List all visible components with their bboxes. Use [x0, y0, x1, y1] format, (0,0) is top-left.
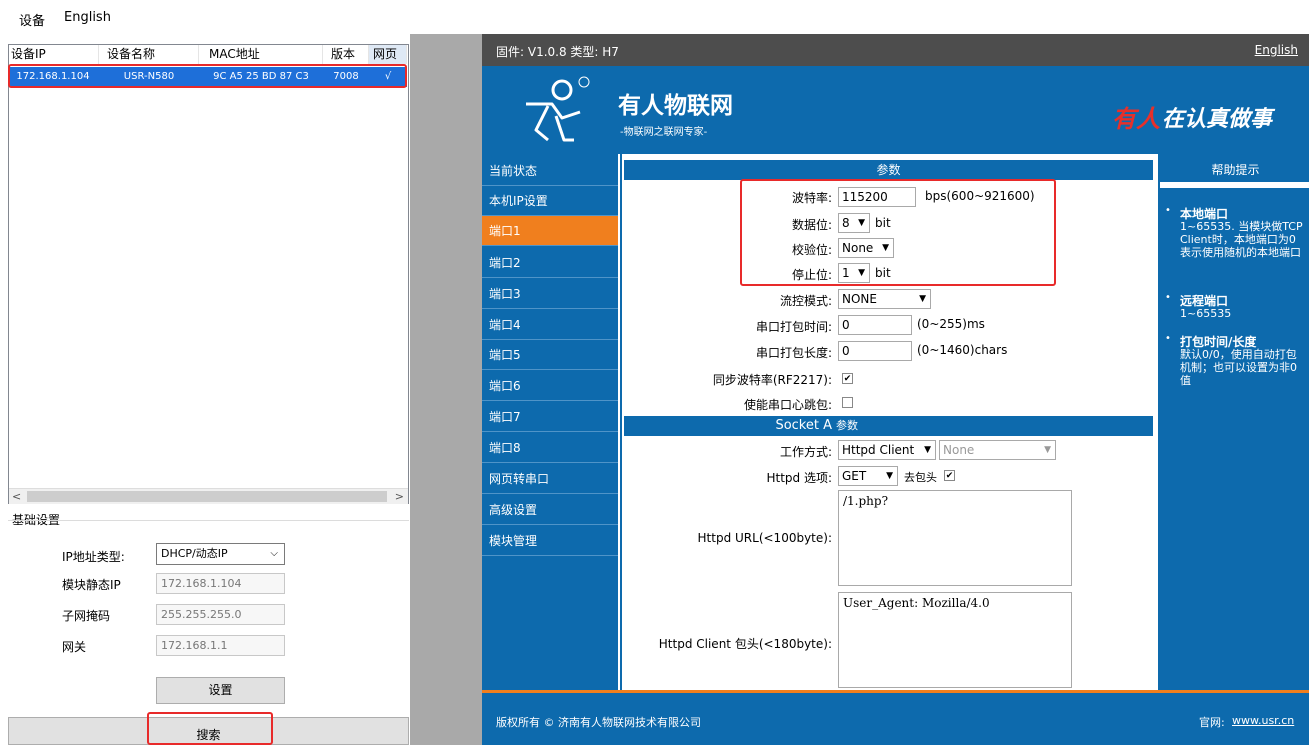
flow-value: NONE — [842, 292, 877, 306]
set-button[interactable]: 设置 — [156, 677, 285, 704]
side-nav: 当前状态 本机IP设置 端口1 端口2 端口3 端口4 端口5 端口6 端口7 … — [482, 154, 618, 690]
work-mode-value: Httpd Client — [842, 443, 915, 457]
rfc2217-label: 同步波特率(RF2217): — [712, 373, 832, 387]
scroll-left-icon[interactable]: < — [12, 490, 21, 503]
web-footer: 版权所有 © 济南有人物联网技术有限公司 官网: www.usr.cn — [482, 690, 1309, 745]
strip-header-checkbox[interactable]: ✔ — [944, 470, 955, 481]
ip-type-select[interactable]: DHCP/动态IP ⌵ — [156, 543, 285, 565]
highlight-device-row — [8, 64, 407, 88]
socket-params-label: 参数 — [836, 419, 858, 432]
brand-name: 有人物联网 — [618, 93, 733, 119]
col-header-web[interactable]: 网页 — [369, 45, 407, 64]
dropdown-arrow-icon: ▼ — [924, 445, 931, 455]
rfc2217-checkbox[interactable]: ✔ — [842, 373, 853, 384]
help-text-pack: 默认0/0，使用自动打包机制；也可以设置为非0值 — [1180, 348, 1297, 387]
help-divider — [1160, 182, 1309, 188]
work-mode-select[interactable]: Httpd Client ▼ — [838, 440, 936, 460]
pack-time-label: 串口打包时间: — [755, 320, 832, 334]
col-header-mac[interactable]: MAC地址 — [199, 45, 323, 64]
socket-label: Socket A — [775, 418, 832, 433]
brand-subtitle: -物联网之联网专家- — [620, 127, 708, 138]
chevron-down-icon: ⌵ — [270, 548, 278, 559]
mask-label: 子网掩码 — [62, 609, 111, 623]
english-link[interactable]: English — [1255, 43, 1298, 57]
socket-header: Socket A 参数 — [624, 416, 1153, 436]
menu-english[interactable]: English — [64, 10, 111, 25]
web-top-bar: 固件: V1.0.8 类型: H7 English — [482, 34, 1309, 66]
pack-len-hint: (0~1460)chars — [917, 343, 1008, 357]
copyright: 版权所有 © 济南有人物联网技术有限公司 — [496, 716, 701, 729]
slogan-white: 在认真做事 — [1162, 107, 1273, 132]
window-gap — [410, 34, 482, 745]
header-textarea[interactable]: User_Agent: Mozilla/4.0 — [838, 592, 1072, 688]
ip-type-value: DHCP/动态IP — [161, 547, 228, 560]
nav-port5[interactable]: 端口5 — [482, 340, 618, 370]
pack-len-input[interactable]: 0 — [838, 341, 912, 361]
httpd-option-value: GET — [842, 469, 867, 483]
nav-status[interactable]: 当前状态 — [482, 156, 618, 186]
device-list[interactable]: 设备IP 设备名称 MAC地址 版本 网页 172.168.1.104 USR-… — [8, 44, 409, 504]
logo-person-icon — [526, 76, 590, 142]
nav-local-ip[interactable]: 本机IP设置 — [482, 186, 618, 216]
col-header-name[interactable]: 设备名称 — [99, 45, 199, 64]
web-banner: 有人物联网 -物联网之联网专家- 有人 在认真做事 — [482, 66, 1309, 154]
bullet-icon: • — [1165, 333, 1171, 344]
bullet-icon: • — [1165, 205, 1171, 216]
gateway-field[interactable]: 172.168.1.1 — [156, 635, 285, 656]
static-ip-label: 模块静态IP — [62, 578, 121, 592]
gateway-label: 网关 — [62, 640, 87, 654]
nav-port2[interactable]: 端口2 — [482, 248, 618, 278]
url-textarea[interactable]: /1.php? — [838, 490, 1072, 586]
httpd-option-select[interactable]: GET ▼ — [838, 466, 898, 486]
work-mode-label: 工作方式: — [779, 445, 832, 459]
url-label: Httpd URL(<100byte): — [697, 531, 832, 545]
pack-len-label: 串口打包长度: — [755, 346, 832, 360]
header-label: Httpd Client 包头(<180byte): — [658, 637, 832, 651]
work-mode-second-select[interactable]: None ▼ — [939, 440, 1056, 460]
strip-header-label: 去包头 — [904, 471, 937, 484]
nav-port8[interactable]: 端口8 — [482, 433, 618, 463]
work-mode-second-value: None — [943, 443, 975, 457]
website-link[interactable]: www.usr.cn — [1232, 714, 1294, 727]
dropdown-arrow-icon: ▼ — [1044, 445, 1051, 455]
static-ip-field[interactable]: 172.168.1.104 — [156, 573, 285, 594]
nav-port4[interactable]: 端口4 — [482, 310, 618, 340]
nav-port3[interactable]: 端口3 — [482, 279, 618, 309]
horizontal-scrollbar[interactable]: < > — [9, 488, 408, 504]
firmware-info: 固件: V1.0.8 类型: H7 — [496, 45, 619, 59]
col-header-version[interactable]: 版本 — [323, 45, 369, 64]
highlight-search-button — [147, 712, 273, 745]
flow-label: 流控模式: — [779, 294, 832, 308]
dropdown-arrow-icon: ▼ — [886, 471, 893, 481]
nav-module-manage[interactable]: 模块管理 — [482, 526, 618, 556]
heartbeat-checkbox[interactable] — [842, 397, 853, 408]
help-text-local-port: 1~65535. 当模块做TCP Client时，本地端口为0表示使用随机的本地… — [1180, 220, 1303, 259]
slogan-red: 有人 — [1112, 105, 1160, 133]
flow-select[interactable]: NONE ▼ — [838, 289, 931, 309]
nav-port7[interactable]: 端口7 — [482, 402, 618, 432]
dropdown-arrow-icon: ▼ — [919, 294, 926, 304]
params-header: 参数 — [624, 160, 1153, 180]
bullet-icon: • — [1165, 292, 1171, 303]
scroll-thumb[interactable] — [27, 491, 387, 502]
menu-device[interactable]: 设备 — [19, 10, 45, 29]
col-header-ip[interactable]: 设备IP — [9, 45, 99, 64]
pack-time-input[interactable]: 0 — [838, 315, 912, 335]
httpd-option-label: Httpd 选项: — [766, 471, 832, 485]
nav-port1[interactable]: 端口1 — [482, 216, 618, 246]
help-text-remote-port: 1~65535 — [1180, 307, 1232, 320]
ip-type-label: IP地址类型: — [62, 550, 125, 564]
heartbeat-label: 使能串口心跳包: — [743, 398, 832, 412]
pack-time-hint: (0~255)ms — [917, 317, 985, 331]
scroll-right-icon[interactable]: > — [395, 490, 404, 503]
menu-bar: 设备 English — [0, 0, 1309, 34]
nav-web-to-serial[interactable]: 网页转串口 — [482, 464, 618, 494]
website-label: 官网: — [1199, 716, 1225, 729]
nav-advanced[interactable]: 高级设置 — [482, 495, 618, 525]
mask-field[interactable]: 255.255.255.0 — [156, 604, 285, 625]
nav-port6[interactable]: 端口6 — [482, 371, 618, 401]
highlight-serial-params — [740, 179, 1056, 286]
help-header: 帮助提示 — [1162, 160, 1309, 180]
